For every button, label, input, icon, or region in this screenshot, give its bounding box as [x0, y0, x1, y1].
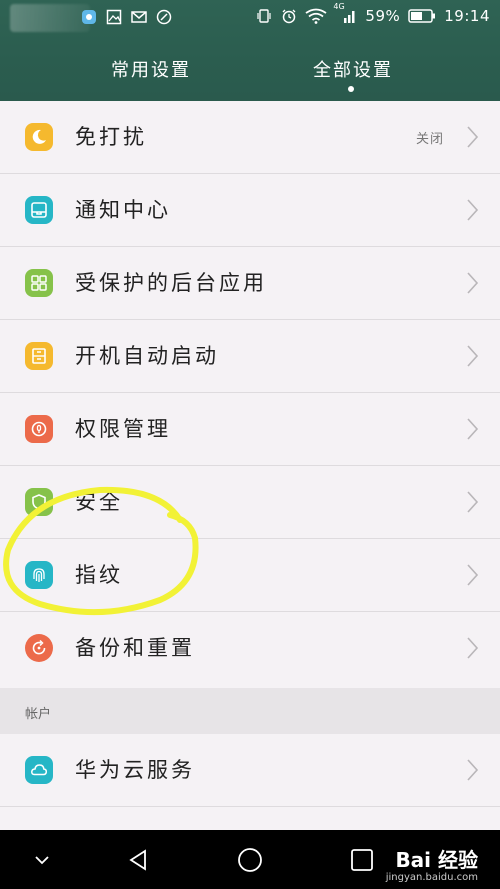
battery-percent: 59%: [365, 7, 401, 25]
setting-label: 备份和重置: [75, 636, 195, 660]
setting-value: 关闭: [415, 132, 444, 147]
notification-icon: [25, 196, 53, 224]
chevron-right-icon: [467, 759, 479, 781]
alarm-icon: [280, 8, 297, 25]
setting-protected-apps[interactable]: 受保护的后台应用: [0, 247, 500, 320]
backup-icon: [25, 634, 53, 662]
chevron-right-icon: [467, 272, 479, 294]
setting-label: 免打扰: [75, 125, 147, 149]
mail-icon: [130, 8, 147, 25]
chevron-right-icon: [467, 637, 479, 659]
moon-icon: [25, 123, 53, 151]
chevron-right-icon: [467, 418, 479, 440]
startup-icon: [25, 342, 53, 370]
chevron-down-icon[interactable]: [28, 846, 56, 874]
header: 4G 59% 19:14 常用设置 全部设置: [0, 0, 500, 101]
setting-security[interactable]: 安全: [0, 466, 500, 539]
shield-icon: [25, 488, 53, 516]
section-title: 帐户: [25, 707, 52, 722]
lock-icon: [25, 415, 53, 443]
chevron-right-icon: [467, 564, 479, 586]
chevron-right-icon: [467, 491, 479, 513]
setting-auto-start[interactable]: 开机自动启动: [0, 320, 500, 393]
navigation-bar: Bai 经验 jingyan.baidu.com: [0, 830, 500, 889]
battery-icon: [408, 8, 436, 25]
fingerprint-icon: [25, 561, 53, 589]
tab-common-settings[interactable]: 常用设置: [111, 56, 191, 82]
cloud-icon: [25, 756, 53, 784]
chevron-right-icon: [467, 126, 479, 148]
vibrate-icon: [255, 8, 272, 25]
chevron-right-icon: [467, 345, 479, 367]
settings-tabs: 常用设置 全部设置: [0, 52, 500, 92]
setting-fingerprint[interactable]: 指纹: [0, 539, 500, 612]
gallery-icon: [105, 8, 122, 25]
setting-do-not-disturb[interactable]: 免打扰 关闭: [0, 101, 500, 174]
grid-apps-icon: [25, 269, 53, 297]
setting-notification-center[interactable]: 通知中心: [0, 174, 500, 247]
location-icon: [155, 8, 172, 25]
setting-label: 通知中心: [75, 198, 171, 222]
setting-huawei-cloud[interactable]: 华为云服务: [0, 734, 500, 807]
watermark-logo: Bai 经验: [395, 848, 478, 872]
setting-backup-reset[interactable]: 备份和重置: [0, 612, 500, 688]
tab-all-settings[interactable]: 全部设置: [313, 56, 393, 82]
setting-label: 受保护的后台应用: [75, 271, 267, 295]
app-notification-icon: [80, 8, 97, 25]
setting-label: 指纹: [75, 563, 123, 587]
active-tab-indicator: [348, 86, 354, 92]
chevron-right-icon: [467, 199, 479, 221]
setting-label: 安全: [75, 490, 123, 514]
setting-label: 权限管理: [75, 417, 171, 441]
home-button[interactable]: [236, 846, 264, 874]
setting-next-item-partial[interactable]: [0, 807, 500, 830]
recents-button[interactable]: [348, 846, 376, 874]
status-bar: 4G 59% 19:14: [0, 0, 500, 36]
signal-icon: 4G: [333, 2, 357, 25]
wifi-icon: [305, 8, 327, 25]
setting-label: 开机自动启动: [75, 344, 219, 368]
settings-list: 免打扰 关闭 通知中心 受保护的后台应用 开机自动启动 权限管理 安全 指纹 备…: [0, 101, 500, 830]
setting-permissions[interactable]: 权限管理: [0, 393, 500, 466]
network-tag: 4G: [333, 1, 345, 11]
section-header-account: 帐户: [0, 688, 500, 734]
clock: 19:14: [444, 7, 490, 25]
back-button[interactable]: [124, 846, 152, 874]
watermark-url: jingyan.baidu.com: [385, 872, 478, 883]
blurred-area: [10, 4, 90, 32]
setting-label: 华为云服务: [75, 758, 195, 782]
